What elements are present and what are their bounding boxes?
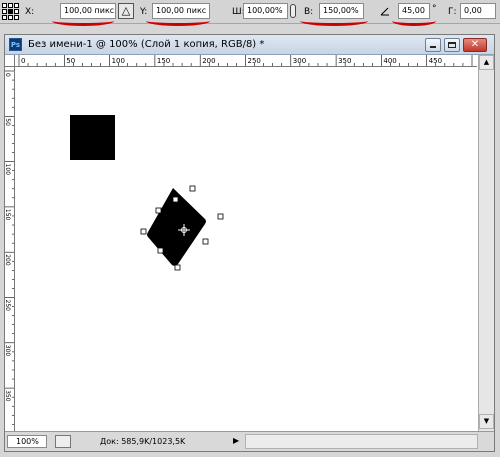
document-title: Без имени-1 @ 100% (Слой 1 копия, RGB/8)… [28, 39, 265, 50]
document-title-bar[interactable]: Ps Без имени-1 @ 100% (Слой 1 копия, RGB… [5, 35, 494, 55]
maximize-button[interactable] [444, 38, 460, 52]
close-icon: ✕ [470, 39, 480, 50]
status-bar: 100% Док: 585,9K/1023,5K ▶ [5, 431, 494, 451]
scroll-up-button[interactable]: ▲ [479, 55, 494, 70]
red-annotation-x [52, 16, 114, 26]
angle-icon [380, 7, 389, 16]
horizontal-ruler-ticks: 0 50 100 150 200 250 300 350 400 450 [18, 55, 473, 66]
zoom-level-field[interactable]: 100% [7, 435, 47, 448]
ruler-label: 50 [66, 57, 75, 65]
skew-label: Г: [448, 7, 457, 17]
red-annotation-angle [392, 16, 436, 26]
link-chain-icon[interactable] [290, 4, 296, 18]
ruler-label: 350 [338, 57, 351, 65]
maximize-icon [448, 42, 456, 48]
ruler-label: 250 [248, 57, 261, 65]
ruler-label: 450 [429, 57, 442, 65]
red-annotation-y [146, 16, 210, 26]
ruler-label: 400 [383, 57, 396, 65]
canvas-artwork [70, 115, 224, 271]
ruler-label: 100 [112, 57, 125, 65]
minimize-icon [430, 46, 436, 48]
black-square-original [70, 115, 115, 160]
x-label: X: [25, 7, 35, 17]
degree-sign: ° [432, 4, 437, 14]
vertical-ruler[interactable]: 0 50 100 150 200 250 300 350 [5, 67, 15, 431]
ruler-label: 250 [5, 300, 11, 312]
ruler-label: 300 [293, 57, 306, 65]
document-window: Ps Без имени-1 @ 100% (Слой 1 копия, RGB… [4, 34, 495, 452]
status-menu-arrow[interactable]: ▶ [233, 436, 239, 445]
status-info-icon[interactable] [55, 435, 71, 448]
document-canvas[interactable] [16, 68, 477, 431]
ruler-label: 0 [21, 57, 25, 65]
red-annotation-h [300, 16, 368, 26]
ruler-label: 200 [5, 254, 11, 266]
ruler-label: 200 [202, 57, 215, 65]
transform-options-bar: X: 100,00 пикс △ Y: 100,00 пикс Ш: 100,0… [0, 0, 500, 26]
vertical-scrollbar[interactable]: ▲ ▼ [478, 55, 494, 431]
ruler-label: 0 [5, 73, 11, 77]
ruler-label: 100 [5, 164, 11, 176]
ruler-label: 350 [5, 390, 11, 402]
horizontal-ruler[interactable]: 0 50 100 150 200 250 300 350 400 450 [15, 55, 477, 67]
ruler-label: 50 [5, 118, 11, 126]
horizontal-skew-field[interactable]: 0,00 [460, 3, 496, 19]
ruler-label: 150 [157, 57, 170, 65]
ruler-label: 150 [5, 209, 11, 221]
vertical-ruler-ticks: 0 50 100 150 200 250 300 350 [5, 70, 14, 425]
document-size-info: Док: 585,9K/1023,5K [100, 437, 186, 446]
reference-point-locator[interactable] [2, 3, 19, 20]
relative-position-toggle[interactable]: △ [118, 3, 134, 19]
width-scale-field[interactable]: 100,00% [243, 3, 288, 19]
close-button[interactable]: ✕ [463, 38, 487, 52]
scroll-down-button[interactable]: ▼ [479, 414, 494, 429]
ruler-label: 300 [5, 345, 11, 357]
photoshop-icon: Ps [9, 38, 22, 51]
horizontal-scrollbar[interactable] [245, 434, 478, 449]
minimize-button[interactable] [425, 38, 441, 52]
ruler-origin-corner[interactable] [5, 55, 15, 67]
